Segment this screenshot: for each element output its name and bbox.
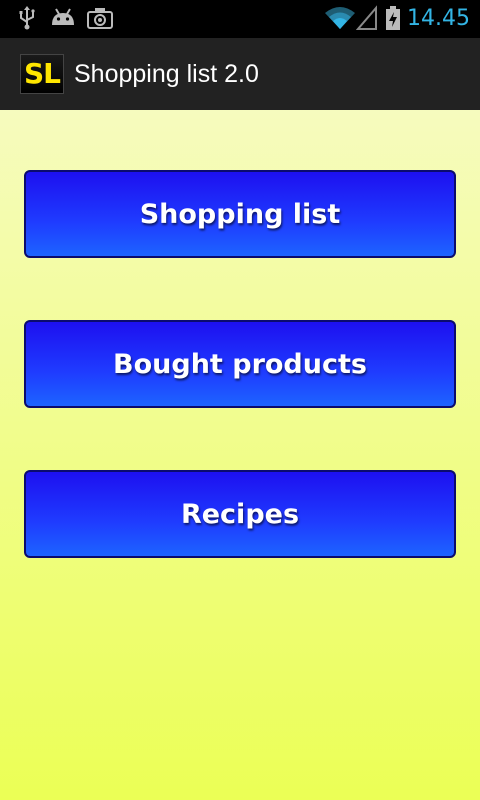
status-bar: 14.45 <box>0 0 480 38</box>
signal-icon <box>356 5 377 30</box>
battery-charging-icon <box>386 6 400 30</box>
main-content: Shopping list Bought products Recipes <box>0 110 480 800</box>
bought-products-button[interactable]: Bought products <box>24 320 456 408</box>
recipes-button[interactable]: Recipes <box>24 470 456 558</box>
app-title: Shopping list 2.0 <box>74 60 259 88</box>
camera-icon <box>87 8 113 29</box>
usb-icon <box>19 6 35 30</box>
app-logo-text: SL <box>23 57 61 90</box>
status-time: 14.45 <box>407 6 470 31</box>
action-bar: SL Shopping list 2.0 <box>0 38 480 112</box>
wifi-icon <box>325 7 355 29</box>
android-debug-icon <box>52 8 74 25</box>
app-logo[interactable]: SL <box>20 54 64 94</box>
shopping-list-button[interactable]: Shopping list <box>24 170 456 258</box>
